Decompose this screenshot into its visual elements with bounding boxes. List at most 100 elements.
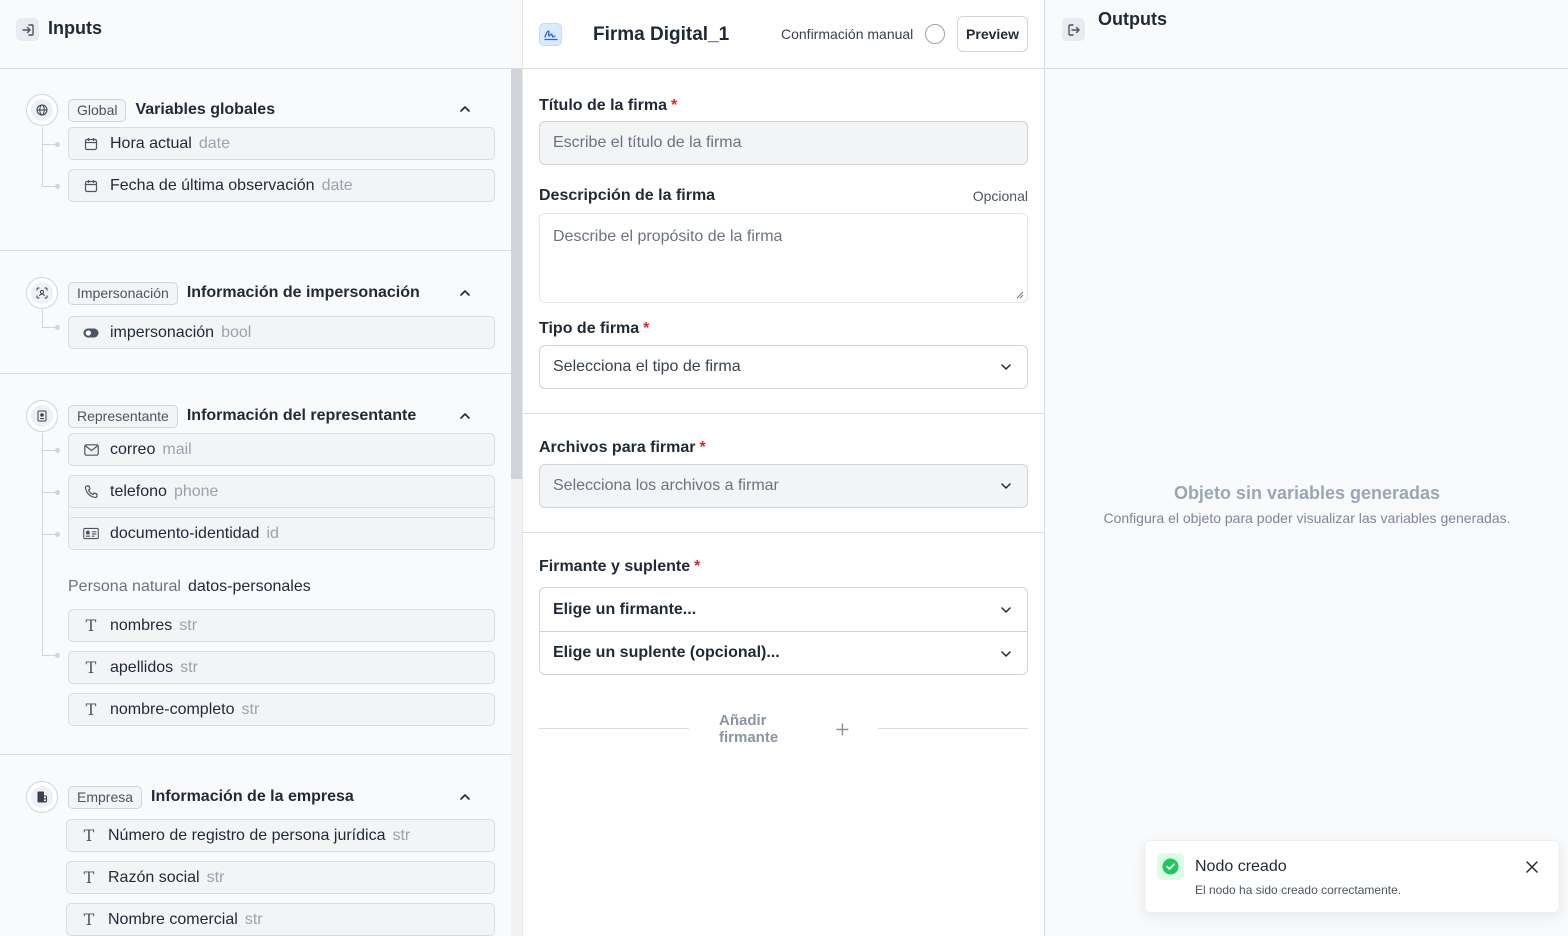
files-select[interactable]: Selecciona los archivos a firmar xyxy=(539,464,1028,508)
label-text: Archivos para firmar xyxy=(539,439,696,456)
section-empresa-header[interactable]: Empresa Información de la empresa xyxy=(26,781,354,813)
field-razon-social[interactable]: T Razón social str xyxy=(66,861,495,894)
field-apellidos[interactable]: T apellidos str xyxy=(68,651,495,684)
field-name: correo xyxy=(110,440,156,458)
text-icon: T xyxy=(83,868,95,887)
chevron-up-icon[interactable] xyxy=(458,790,472,804)
divider-line xyxy=(878,728,1028,729)
label-text: Descripción de la firma xyxy=(539,187,716,204)
chevron-down-icon xyxy=(1001,651,1011,657)
resize-grip-icon[interactable] xyxy=(1016,291,1024,299)
signature-title-input[interactable]: Escribe el título de la firma xyxy=(539,121,1028,165)
signature-type-select[interactable]: Selecciona el tipo de firma xyxy=(539,345,1028,389)
field-type: id xyxy=(266,524,279,542)
check-circle-icon xyxy=(1157,853,1184,880)
divider xyxy=(523,413,1045,414)
mail-icon xyxy=(83,442,99,458)
signer-select[interactable]: Elige un firmante... xyxy=(540,588,1027,631)
section-tag: Empresa xyxy=(68,785,143,809)
signer-label: Firmante y suplente * xyxy=(539,558,700,576)
text-icon: T xyxy=(85,616,97,635)
field-numero-registro[interactable]: T Número de registro de persona jurídica… xyxy=(66,819,495,852)
log-in-icon xyxy=(16,18,39,41)
add-signer-button[interactable]: Añadir firmante xyxy=(719,712,849,746)
inputs-title: Inputs xyxy=(48,18,102,38)
field-nombres[interactable]: T nombres str xyxy=(68,609,495,642)
field-name: documento-identidad xyxy=(110,524,260,542)
node-config-panel: Firma Digital_1 Confirmación manual Prev… xyxy=(523,0,1045,936)
field-name: telefono xyxy=(110,482,167,500)
label-text: Título de la firma xyxy=(539,97,668,114)
manual-confirmation-checkbox[interactable] xyxy=(925,24,945,44)
field-name: Nombre comercial xyxy=(108,910,238,928)
outputs-panel: Outputs Objeto sin variables generadas C… xyxy=(1046,0,1568,936)
required-mark: * xyxy=(694,558,701,575)
textarea-placeholder: Describe el propósito de la firma xyxy=(553,228,783,245)
node-header: Firma Digital_1 Confirmación manual Prev… xyxy=(523,0,1044,69)
node-title: Firma Digital_1 xyxy=(593,24,730,45)
field-nombre-completo[interactable]: T nombre-completo str xyxy=(68,693,495,726)
add-signer-row: Añadir firmante xyxy=(539,712,1028,746)
signature-description-label: Descripción de la firma xyxy=(539,187,715,205)
toast-title: Nodo creado xyxy=(1195,858,1287,875)
empty-state-title: Objeto sin variables generadas xyxy=(1173,483,1441,503)
select-placeholder: Elige un firmante... xyxy=(553,600,697,618)
field-name: Número de registro de persona jurídica xyxy=(108,826,386,844)
field-type: str xyxy=(392,826,411,844)
field-type: mail xyxy=(162,440,192,458)
signature-icon xyxy=(539,23,562,46)
field-type: str xyxy=(241,700,260,718)
outputs-header: Outputs xyxy=(1046,0,1568,69)
field-type: str xyxy=(206,868,225,886)
log-out-icon xyxy=(1062,18,1085,41)
signature-type-label: Tipo de firma * xyxy=(539,320,649,338)
inputs-scrollbar[interactable] xyxy=(511,69,522,936)
divider-line xyxy=(539,728,689,729)
files-label: Archivos para firmar * xyxy=(539,439,706,457)
close-icon[interactable] xyxy=(1525,860,1539,874)
text-icon: T xyxy=(83,910,95,929)
building-icon xyxy=(26,781,58,813)
manual-confirmation-label: Confirmación manual xyxy=(781,26,914,42)
substitute-select[interactable]: Elige un suplente (opcional)... xyxy=(540,631,1027,674)
toast-message: El nodo ha sido creado correctamente. xyxy=(1195,883,1402,897)
signer-group: Elige un firmante... Elige un suplente (… xyxy=(539,587,1028,675)
label-text: Firmante y suplente xyxy=(539,558,691,575)
required-mark: * xyxy=(643,320,650,337)
field-type: str xyxy=(179,616,198,634)
chevron-down-icon xyxy=(1001,483,1011,489)
field-name: nombre-completo xyxy=(110,700,235,718)
preview-button[interactable]: Preview xyxy=(957,16,1028,52)
phone-icon xyxy=(83,484,99,500)
outputs-title: Outputs xyxy=(1098,9,1167,29)
input-placeholder: Escribe el título de la firma xyxy=(553,134,742,151)
field-correo[interactable]: correo mail xyxy=(68,433,495,466)
scrollbar-thumb[interactable] xyxy=(511,69,522,479)
text-icon: T xyxy=(85,658,97,677)
signature-title-label: Título de la firma * xyxy=(539,97,677,115)
toast-notification: Nodo creado El nodo ha sido creado corre… xyxy=(1144,840,1560,913)
chevron-down-icon xyxy=(1001,364,1011,370)
field-documento-identidad[interactable]: documento-identidad id xyxy=(68,517,495,550)
id-card-icon xyxy=(83,526,99,542)
subgroup-name: datos-personales xyxy=(187,578,311,595)
subgroup-datos-personales: Persona natural datos-personales xyxy=(68,578,311,596)
inputs-header: Inputs xyxy=(0,0,522,69)
chevron-down-icon xyxy=(1001,607,1011,613)
representante-fields-layer: correo mail telefono phone documento-ide… xyxy=(0,69,511,936)
field-name: apellidos xyxy=(110,658,174,676)
required-mark: * xyxy=(671,97,678,114)
text-icon: T xyxy=(83,826,95,845)
select-placeholder: Selecciona el tipo de firma xyxy=(553,358,741,375)
empty-state-subtitle: Configura el objeto para poder visualiza… xyxy=(1103,510,1511,526)
signature-description-textarea[interactable]: Describe el propósito de la firma xyxy=(539,213,1028,303)
field-type: phone xyxy=(173,482,219,500)
select-placeholder: Elige un suplente (opcional)... xyxy=(553,644,780,661)
field-type: str xyxy=(244,910,263,928)
subgroup-label: Persona natural xyxy=(68,578,181,595)
field-telefono[interactable]: telefono phone xyxy=(68,475,495,508)
section-title: Información de la empresa xyxy=(151,788,354,805)
divider xyxy=(523,532,1045,533)
field-nombre-comercial[interactable]: T Nombre comercial str xyxy=(66,903,495,936)
add-signer-label: Añadir firmante xyxy=(719,712,779,746)
